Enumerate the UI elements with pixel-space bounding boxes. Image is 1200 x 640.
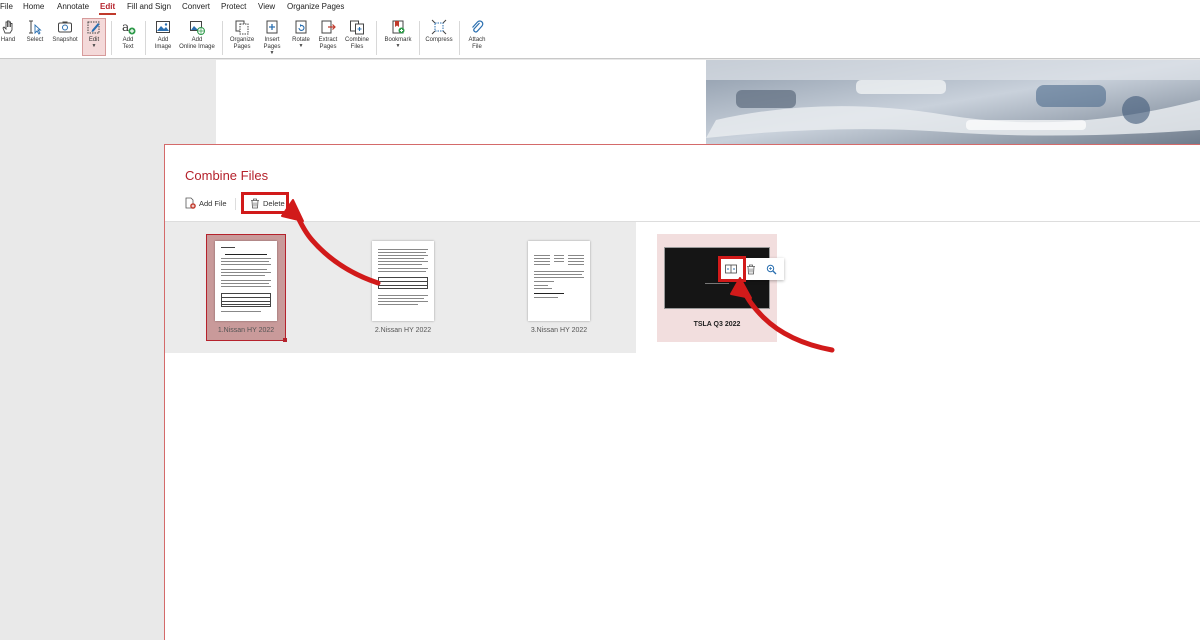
dialog-toolbar-separator bbox=[235, 198, 236, 210]
compress-icon bbox=[431, 19, 447, 35]
extract-pages-tool[interactable]: Extract Pages bbox=[316, 19, 340, 51]
toolbar-separator bbox=[111, 21, 112, 55]
rotate-tool[interactable]: Rotate ▼ bbox=[289, 19, 313, 49]
add-file-icon bbox=[185, 197, 196, 209]
snapshot-label: Snapshot bbox=[52, 37, 78, 43]
edit-pencil-icon bbox=[87, 21, 100, 34]
snapshot-tool[interactable]: Snapshot bbox=[51, 19, 79, 44]
file-name: TSLA Q3 2022 bbox=[693, 321, 741, 328]
toolbar-separator bbox=[222, 21, 223, 55]
add-text-icon: a bbox=[122, 20, 136, 35]
hand-icon bbox=[2, 20, 13, 34]
paperclip-icon bbox=[472, 20, 484, 33]
toolbar-separator bbox=[145, 21, 146, 55]
add-image-tool[interactable]: Add Image bbox=[152, 19, 174, 51]
menu-fill-and-sign[interactable]: Fill and Sign bbox=[127, 2, 171, 11]
add-file-button[interactable]: Add File bbox=[185, 195, 227, 211]
table-graphic bbox=[221, 293, 271, 307]
attach-file-tool[interactable]: Attach File bbox=[466, 19, 488, 51]
combine-files-tool[interactable]: Combine Files bbox=[343, 19, 371, 51]
machinery-photo bbox=[706, 60, 1200, 144]
add-online-image-label: Add Online Image bbox=[179, 37, 215, 50]
organize-pages-icon bbox=[235, 20, 249, 35]
file-card[interactable]: 1.Nissan HY 2022 bbox=[206, 241, 286, 334]
file-thumbnail bbox=[528, 241, 590, 321]
online-image-icon bbox=[190, 21, 205, 35]
image-icon bbox=[156, 21, 170, 33]
active-menu-indicator bbox=[99, 13, 116, 15]
toolbar-separator bbox=[459, 21, 460, 55]
insert-pages-icon bbox=[266, 20, 278, 34]
compress-tool[interactable]: Compress bbox=[424, 19, 454, 44]
bookmark-tool[interactable]: Bookmark ▼ bbox=[382, 19, 414, 49]
file-name: 3.Nissan HY 2022 bbox=[530, 327, 588, 334]
menu-view[interactable]: View bbox=[258, 2, 275, 11]
page-view-highlight bbox=[718, 256, 746, 282]
add-file-label: Add File bbox=[199, 198, 227, 208]
camera-icon bbox=[58, 21, 72, 33]
bookmark-icon bbox=[392, 20, 405, 34]
delete-highlight bbox=[241, 192, 289, 214]
insert-pages-tool[interactable]: Insert Pages ▼ bbox=[261, 19, 283, 56]
file-name: 2.Nissan HY 2022 bbox=[374, 327, 432, 334]
table-graphic bbox=[378, 277, 428, 289]
select-tool[interactable]: Select bbox=[25, 19, 45, 44]
extract-pages-icon bbox=[321, 20, 336, 34]
organize-pages-label: Organize Pages bbox=[229, 37, 255, 50]
file-name: 1.Nissan HY 2022 bbox=[217, 327, 275, 334]
chevron-down-icon: ▼ bbox=[298, 43, 304, 49]
toolbar-separator bbox=[376, 21, 377, 55]
ribbon-toolbar: Hand Select Snapshot Edit ▼ a Add Text A… bbox=[0, 16, 1200, 59]
rotate-icon bbox=[295, 20, 307, 34]
file-thumbnail bbox=[215, 241, 277, 321]
menu-home[interactable]: Home bbox=[23, 2, 44, 11]
menu-convert[interactable]: Convert bbox=[182, 2, 210, 11]
dialog-title: Combine Files bbox=[185, 168, 269, 183]
file-thumbnail bbox=[372, 241, 434, 321]
combine-files-icon bbox=[350, 20, 364, 35]
combine-files-dialog: Combine Files Add File Delete 1.Nissan H… bbox=[164, 144, 1200, 640]
add-text-tool[interactable]: a Add Text bbox=[117, 19, 139, 51]
menu-annotate[interactable]: Annotate bbox=[57, 2, 89, 11]
magnifier-icon bbox=[766, 264, 776, 274]
document-page bbox=[216, 60, 706, 144]
menu-bar: File Home Annotate Edit Fill and Sign Co… bbox=[0, 0, 1200, 16]
organize-pages-tool[interactable]: Organize Pages bbox=[228, 19, 256, 51]
edit-tool[interactable]: Edit ▼ bbox=[82, 18, 106, 56]
zoom-button[interactable] bbox=[763, 261, 779, 277]
resize-handle bbox=[283, 338, 287, 342]
attach-file-label: Attach File bbox=[468, 37, 486, 50]
extract-pages-label: Extract Pages bbox=[318, 37, 338, 50]
text-cursor-icon bbox=[29, 20, 42, 35]
select-label: Select bbox=[26, 37, 44, 43]
hand-tool[interactable]: Hand bbox=[0, 19, 16, 44]
file-card[interactable]: 2.Nissan HY 2022 bbox=[371, 241, 435, 334]
menu-file[interactable]: File bbox=[0, 2, 13, 11]
insert-pages-label: Insert Pages bbox=[263, 37, 281, 50]
file-card[interactable]: 3.Nissan HY 2022 bbox=[527, 241, 591, 334]
hand-label: Hand bbox=[0, 37, 16, 43]
add-text-label: Add Text bbox=[122, 37, 134, 50]
menu-organize-pages[interactable]: Organize Pages bbox=[287, 2, 344, 11]
chevron-down-icon: ▼ bbox=[269, 50, 275, 56]
chevron-down-icon: ▼ bbox=[395, 43, 401, 49]
svg-text:a: a bbox=[122, 20, 129, 34]
toolbar-separator bbox=[419, 21, 420, 55]
trash-icon bbox=[747, 264, 755, 274]
menu-protect[interactable]: Protect bbox=[221, 2, 246, 11]
compress-label: Compress bbox=[425, 37, 453, 43]
add-online-image-tool[interactable]: Add Online Image bbox=[178, 19, 216, 51]
combine-files-label: Combine Files bbox=[344, 37, 369, 50]
chevron-down-icon: ▼ bbox=[91, 43, 97, 49]
add-image-label: Add Image bbox=[154, 37, 172, 50]
document-photo bbox=[706, 60, 1200, 144]
menu-edit[interactable]: Edit bbox=[100, 2, 115, 11]
